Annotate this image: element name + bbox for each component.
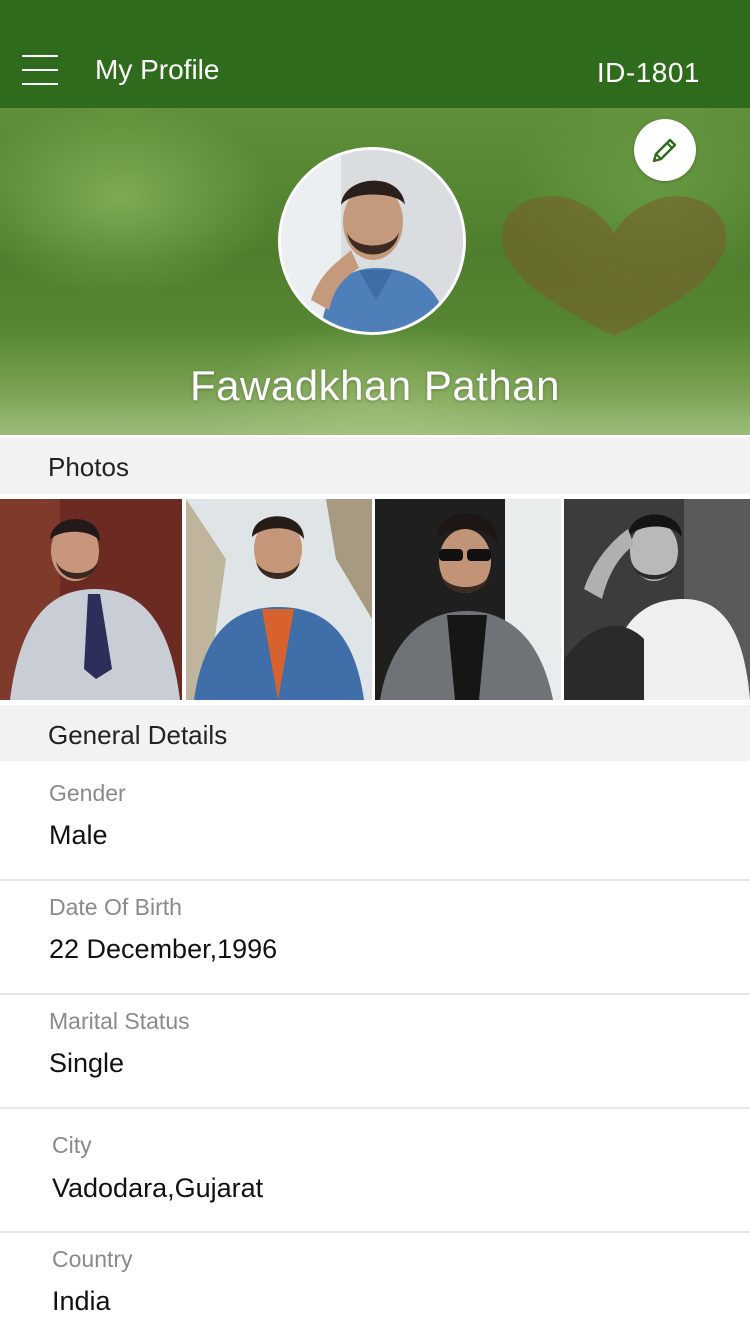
detail-label: Marital Status xyxy=(49,1008,190,1034)
photos-section-header: Photos xyxy=(0,437,750,494)
photo-thumbnail-3[interactable] xyxy=(375,499,561,700)
pencil-icon xyxy=(652,138,677,163)
profile-name: Fawadkhan Pathan xyxy=(190,362,560,409)
detail-row-date-of-birth: Date Of Birth 22 December,1996 xyxy=(0,881,750,995)
heart-decoration-icon xyxy=(501,196,727,336)
edit-profile-button[interactable] xyxy=(634,119,696,181)
app-bar: My Profile ID-1801 xyxy=(0,0,750,108)
photo-thumbnail-1[interactable] xyxy=(0,499,182,700)
detail-label: Country xyxy=(52,1246,133,1272)
detail-row-city: City Vadodara,Gujarat xyxy=(0,1109,750,1233)
general-details-section-header: General Details xyxy=(0,705,750,761)
general-details-title: General Details xyxy=(48,720,228,750)
photos-section-title: Photos xyxy=(48,452,129,482)
detail-value: Male xyxy=(49,820,108,850)
hamburger-menu-icon[interactable] xyxy=(22,55,58,86)
profile-id: ID-1801 xyxy=(596,57,700,88)
photo-thumbnail-4[interactable] xyxy=(564,499,750,700)
detail-label: City xyxy=(52,1132,92,1158)
detail-row-marital-status: Marital Status Single xyxy=(0,995,750,1109)
page-title: My Profile xyxy=(95,54,220,85)
detail-value: 22 December,1996 xyxy=(49,934,278,964)
detail-label: Date Of Birth xyxy=(49,894,182,920)
detail-label: Gender xyxy=(49,780,126,806)
photo-thumbnail-2[interactable] xyxy=(186,499,372,700)
detail-row-country: Country India xyxy=(0,1233,750,1332)
profile-cover: Fawadkhan Pathan xyxy=(0,108,750,435)
avatar[interactable] xyxy=(278,147,466,335)
detail-value: Vadodara,Gujarat xyxy=(52,1173,264,1203)
photo-gallery xyxy=(0,499,750,700)
detail-row-gender: Gender Male xyxy=(0,761,750,881)
detail-value: India xyxy=(52,1286,111,1316)
detail-value: Single xyxy=(49,1048,125,1078)
